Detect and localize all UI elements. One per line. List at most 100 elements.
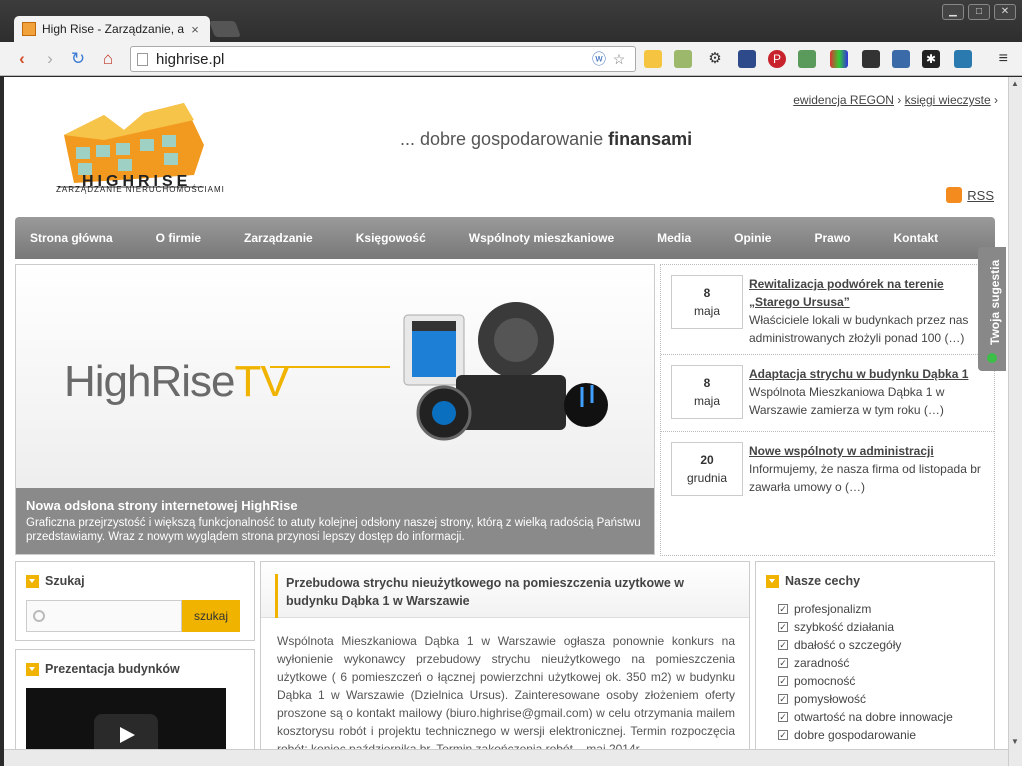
nav-contact[interactable]: Kontakt	[894, 231, 939, 245]
settings-gear-icon[interactable]: ⚙	[706, 50, 724, 68]
features-title: Nasze cechy	[785, 574, 861, 588]
menu-icon[interactable]: ≡	[999, 51, 1008, 67]
forward-icon[interactable]: ›	[40, 49, 60, 69]
features-list: ✓ profesjonalizm ✓ szybkość działania ✓ dba…	[756, 600, 994, 744]
nav-management[interactable]: Zarządzanie	[244, 231, 313, 245]
camera-extension-icon[interactable]	[892, 50, 910, 68]
news-month: maja	[693, 394, 720, 408]
tab-title: High Rise - Zarządzanie, a	[42, 22, 185, 36]
hero-caption-title[interactable]: Nowa odsłona strony internetowej HighRis…	[26, 498, 644, 513]
main-nav: Strona główna O firmie Zarządzanie Księg…	[15, 217, 995, 259]
extension-green-icon[interactable]	[798, 50, 816, 68]
feature-item: ✓ profesjonalizm	[778, 600, 994, 618]
nav-housing[interactable]: Wspólnoty mieszkaniowe	[469, 231, 614, 245]
hero-title-a: HighRise	[64, 357, 236, 406]
hero-slider[interactable]: HighRiseTV Nowa odsłona strony interneto…	[15, 264, 655, 555]
search-title: Szukaj	[45, 574, 85, 588]
check-icon: ✓	[778, 640, 788, 650]
browser-tab[interactable]: High Rise - Zarządzanie, a ×	[14, 16, 210, 42]
web-page: HIGHRISE ZARZĄDZANIE NIERUCHOMOŚCIAMI ew…	[4, 77, 1008, 749]
nav-home[interactable]: Strona główna	[30, 231, 113, 245]
presentation-box: Prezentacja budynków	[15, 649, 255, 749]
check-icon: ✓	[778, 658, 788, 668]
chevron-down-icon	[26, 574, 39, 588]
news-title[interactable]: Nowe wspólnoty w administracji	[749, 442, 984, 460]
horizontal-scrollbar[interactable]	[4, 749, 1008, 766]
back-icon[interactable]: ‹	[12, 49, 32, 69]
close-window-icon[interactable]: ✕	[994, 4, 1016, 20]
nav-accounting[interactable]: Księgowość	[356, 231, 426, 245]
news-date: 8 maja	[671, 275, 743, 329]
close-tab-icon[interactable]: ×	[188, 22, 202, 37]
rss-link[interactable]: RSS	[946, 187, 994, 203]
check-icon: ✓	[778, 712, 788, 722]
movie-camera-icon	[403, 302, 608, 441]
feature-item: ✓ dobre gospodarowanie	[778, 726, 994, 744]
pinterest-icon[interactable]: P	[768, 50, 786, 68]
feature-item: ✓ pomysłowość	[778, 690, 994, 708]
hero-line	[270, 366, 390, 368]
scroll-down-icon[interactable]: ▼	[1011, 737, 1019, 746]
feature-label: pomocność	[794, 674, 856, 688]
feature-item: ✓ szybkość działania	[778, 618, 994, 636]
nav-law[interactable]: Prawo	[814, 231, 850, 245]
news-day: 8	[703, 376, 711, 390]
feature-item: ✓ zaradność	[778, 654, 994, 672]
window-controls: ▁ □ ✕	[942, 4, 1016, 20]
chevron-down-icon	[766, 574, 779, 588]
nav-opinions[interactable]: Opinie	[734, 231, 771, 245]
check-icon: ✓	[778, 676, 788, 686]
feature-label: dobre gospodarowanie	[794, 728, 917, 742]
extension-asterisk-icon[interactable]: ✱	[922, 50, 940, 68]
rss-label[interactable]: RSS	[967, 188, 994, 203]
news-excerpt: Wspólnota Mieszkaniowa Dąbka 1 w Warszaw…	[749, 385, 945, 417]
feature-label: szybkość działania	[794, 620, 895, 634]
play-icon[interactable]	[94, 714, 158, 749]
reload-icon[interactable]: ↻	[68, 49, 88, 69]
presentation-title: Prezentacja budynków	[45, 662, 180, 676]
check-icon: ✓	[778, 694, 788, 704]
bookmark-star-icon[interactable]: ☆	[609, 51, 629, 68]
window-titlebar: High Rise - Zarządzanie, a × ▁ □ ✕	[0, 0, 1022, 42]
search-button[interactable]: szukaj	[182, 600, 240, 632]
hero-title: HighRiseTV	[64, 357, 290, 407]
address-bar[interactable]: highrise.pl ⓦ ☆	[130, 46, 636, 72]
news-item: 8 maja Adaptacja strychu w budynku Dąbka …	[661, 355, 994, 432]
top-links: ewidencja REGON › księgi wieczyste ›	[793, 93, 998, 107]
search-input[interactable]	[26, 600, 182, 632]
nav-about[interactable]: O firmie	[156, 231, 201, 245]
news-title[interactable]: Adaptacja strychu w budynku Dąbka 1	[749, 365, 984, 383]
regon-link[interactable]: ewidencja REGON	[793, 93, 894, 107]
extension-dark-icon[interactable]	[862, 50, 880, 68]
browser-toolbar: ‹ › ↻ ⌂ highrise.pl ⓦ ☆ ⚙ P ✱ ≡	[0, 42, 1022, 76]
wordpress-icon[interactable]: ⓦ	[589, 49, 609, 69]
extension-puzzle-icon[interactable]	[738, 50, 756, 68]
feedback-tab[interactable]: Twoja sugestia	[978, 247, 1006, 371]
feature-label: pomysłowość	[794, 692, 867, 706]
favicon-icon	[22, 22, 36, 36]
extension-color-icon[interactable]	[830, 50, 848, 68]
feature-item: ✓ pomocność	[778, 672, 994, 690]
article-title[interactable]: Przebudowa strychu nieużytkowego na pomi…	[275, 574, 739, 618]
feature-label: zaradność	[794, 656, 850, 670]
scroll-up-icon[interactable]: ▲	[1011, 79, 1019, 88]
video-player[interactable]	[26, 688, 226, 749]
vertical-scrollbar[interactable]: ▲ ▼	[1008, 77, 1022, 766]
url-text[interactable]: highrise.pl	[156, 51, 589, 68]
maximize-icon[interactable]: □	[968, 4, 990, 20]
news-title[interactable]: Rewitalizacja podwórek na terenie „Stare…	[749, 275, 984, 311]
new-tab-button[interactable]	[209, 21, 241, 37]
extension-notes-icon[interactable]	[644, 50, 662, 68]
check-icon: ✓	[778, 604, 788, 614]
home-icon[interactable]: ⌂	[98, 49, 118, 69]
nav-media[interactable]: Media	[657, 231, 691, 245]
feedback-icon	[987, 353, 997, 363]
minimize-icon[interactable]: ▁	[942, 4, 964, 20]
slogan-bold: finansami	[608, 129, 693, 149]
extension-chart-icon[interactable]	[954, 50, 972, 68]
land-register-link[interactable]: księgi wieczyste	[905, 93, 991, 107]
extension-page-icon[interactable]	[674, 50, 692, 68]
feedback-label[interactable]: Twoja sugestia	[988, 260, 1002, 345]
news-day: 8	[703, 286, 711, 300]
features-box: Nasze cechy ✓ profesjonalizm ✓ szybkość dz…	[755, 561, 995, 749]
